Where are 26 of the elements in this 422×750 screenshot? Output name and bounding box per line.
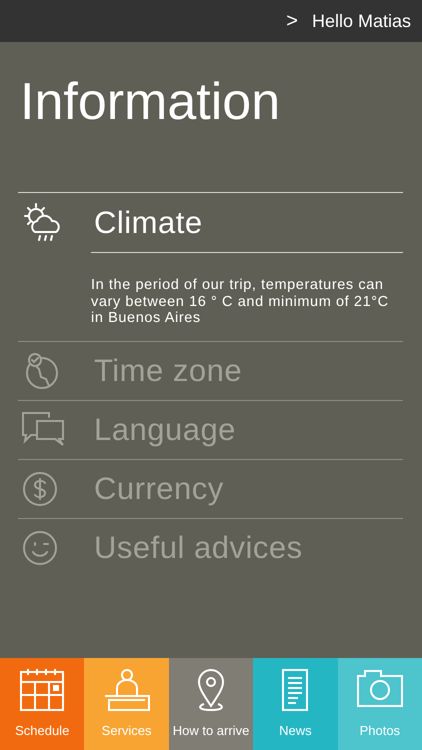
section-label: Currency: [94, 470, 224, 506]
section-label: Useful advices: [94, 530, 303, 566]
section-row[interactable]: Currency: [18, 460, 403, 518]
section-label: Climate: [94, 204, 203, 240]
reception-desk-icon: [102, 668, 151, 712]
section-label: Time zone: [94, 352, 242, 388]
tab-button[interactable]: How to arrive: [168, 658, 254, 750]
tab-button[interactable]: News: [253, 658, 338, 750]
page-title: Information: [20, 72, 282, 133]
chat-bubbles-icon: [21, 410, 65, 448]
section-row[interactable]: Time zone: [18, 342, 403, 400]
tab-button[interactable]: Schedule: [0, 658, 84, 750]
dollar-icon: [21, 470, 59, 508]
chevron-text: >: [286, 10, 298, 32]
camera-icon: [354, 668, 405, 708]
smiley-icon: [21, 528, 59, 566]
section-row[interactable]: Language: [18, 400, 403, 458]
section-row[interactable]: Climate: [18, 193, 403, 252]
section-description: In the period of our trip, temperatures can vary between 16 ° C and minimum of 21°C in Buenos Aires: [91, 277, 390, 326]
section-label: Language: [94, 412, 236, 448]
document-icon: [280, 668, 310, 712]
tab-button[interactable]: Services: [84, 658, 169, 750]
calendar-icon: [18, 668, 66, 712]
section-row[interactable]: Useful advices: [18, 518, 403, 576]
greeting-text: Hello Matias: [312, 10, 411, 32]
tab-button[interactable]: Photos: [338, 658, 422, 750]
